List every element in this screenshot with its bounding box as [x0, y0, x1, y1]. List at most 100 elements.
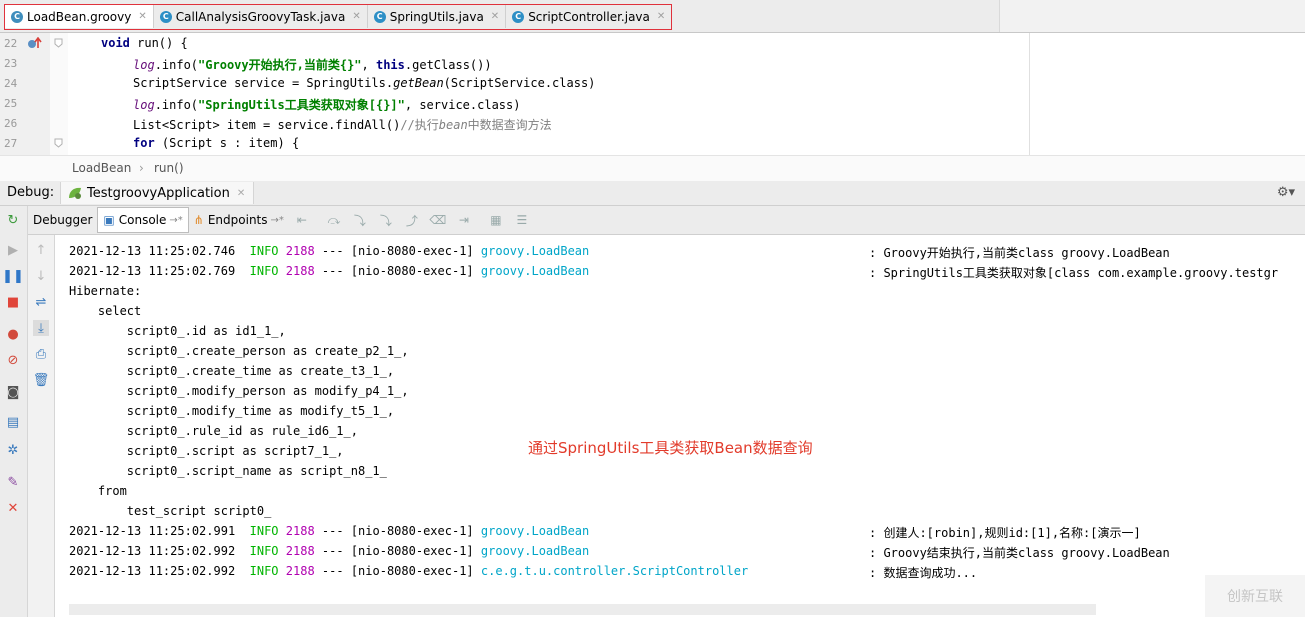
pause-icon[interactable]: ❚❚: [2, 268, 24, 284]
show-execution-point-icon[interactable]: ⇤: [295, 213, 309, 227]
stop-icon[interactable]: ■: [5, 294, 21, 310]
code-text: (Script s : item) {: [154, 136, 300, 150]
run-config-tab[interactable]: TestgroovyApplication ✕: [60, 182, 255, 204]
sql-line: test_script script0_: [69, 504, 272, 518]
log-pid: 2188: [285, 544, 315, 558]
tab-debugger[interactable]: Debugger: [28, 206, 97, 234]
trash-icon[interactable]: 🗑: [33, 372, 50, 388]
step-into-icon[interactable]: ⤵: [353, 213, 367, 228]
settings-icon[interactable]: ✲: [5, 442, 21, 458]
tab-console[interactable]: ▣ Console →*: [97, 207, 189, 233]
code-text: ,: [361, 58, 376, 72]
tab-suffix: →*: [169, 214, 183, 226]
close-icon[interactable]: ✕: [138, 11, 146, 22]
close-icon[interactable]: ✕: [657, 11, 665, 22]
log-separator: ---: [321, 524, 344, 538]
view-breakpoints-icon[interactable]: ●: [5, 326, 21, 342]
layout-icon[interactable]: ▤: [5, 414, 21, 430]
log-line: 2021-12-13 11:25:02.769 INFO 2188 --- [n…: [69, 264, 589, 278]
print-icon[interactable]: ⎙: [33, 346, 49, 362]
comment: //执行: [400, 118, 439, 132]
drop-frame-icon[interactable]: ⌫: [429, 213, 446, 227]
breadcrumb-item-loadbean[interactable]: LoadBean: [72, 161, 131, 175]
log-timestamp: 2021-12-13 11:25:02.991: [69, 524, 236, 538]
sql-line: script0_.modify_time as modify_t5_1_,: [69, 404, 395, 418]
java-class-icon: C: [373, 10, 386, 23]
line-number: 27: [4, 137, 18, 150]
log-level: INFO: [249, 264, 279, 278]
tab-callanalysisgroovytask-java[interactable]: C CallAnalysisGroovyTask.java ✕: [154, 5, 368, 28]
line-number: 26: [4, 117, 18, 130]
groovy-class-icon: C: [11, 10, 23, 23]
keyword: void: [101, 36, 130, 50]
log-logger: groovy.LoadBean: [480, 264, 590, 278]
run-to-cursor-icon[interactable]: ⇥: [457, 213, 471, 227]
log-field: log: [133, 98, 155, 112]
sql-line: from: [69, 484, 127, 498]
code-text: run() {: [129, 36, 188, 50]
code-line-25: log.info("SpringUtils工具类获取对象[{}]", servi…: [133, 96, 520, 113]
log-level: INFO: [249, 564, 279, 578]
tabbar-empty-area: [999, 0, 1305, 32]
debug-action-rail: ↻ ▶ ❚❚ ■ ● ⊘ ◙ ▤ ✲ ✎ ✕: [0, 206, 28, 617]
static-method: getBean: [393, 76, 444, 90]
log-thread: [nio-8080-exec-1]: [350, 244, 474, 258]
log-thread: [nio-8080-exec-1]: [350, 564, 474, 578]
log-logger: groovy.LoadBean: [480, 544, 590, 558]
close-icon[interactable]: ✕: [5, 500, 21, 516]
console-output[interactable]: 2021-12-13 11:25:02.746 INFO 2188 --- [n…: [55, 235, 1305, 617]
code-line-22: void run() {: [101, 36, 188, 50]
scroll-to-end-icon[interactable]: ⤓: [33, 320, 49, 336]
tab-endpoints[interactable]: ⋔ Endpoints →*: [189, 206, 289, 234]
override-method-icon[interactable]: [28, 37, 42, 49]
console-action-rail: ↑ ↓ ⇌ ⤓ ⎙ 🗑: [28, 234, 55, 617]
evaluate-expression-icon[interactable]: ▦: [489, 213, 503, 227]
fold-marker-icon[interactable]: [54, 38, 63, 48]
log-message: : 创建人:[robin],规则id:[1],名称:[演示一]: [869, 526, 1141, 540]
console-icon: ▣: [103, 213, 115, 227]
step-over-icon[interactable]: ⤼: [327, 213, 341, 227]
log-message: : Groovy结束执行,当前类class groovy.LoadBean: [869, 546, 1170, 560]
fold-gutter: [50, 33, 68, 155]
sql-line: script0_.script as script7_1_,: [69, 444, 344, 458]
log-pid: 2188: [285, 524, 315, 538]
string-literal: "SpringUtils工具类获取对象[{}]": [198, 98, 405, 112]
log-level: INFO: [249, 524, 279, 538]
tab-label: CallAnalysisGroovyTask.java: [175, 9, 346, 24]
arrow-up-icon[interactable]: ↑: [33, 242, 49, 258]
trace-icon[interactable]: ☰: [515, 213, 529, 227]
comment: 中数据查询方法: [467, 118, 552, 132]
camera-icon[interactable]: ◙: [5, 384, 21, 400]
string-literal: "Groovy开始执行,当前类{}": [198, 58, 362, 72]
tab-springutils-java[interactable]: C SpringUtils.java ✕: [368, 5, 507, 28]
arrow-down-icon[interactable]: ↓: [33, 268, 49, 284]
force-step-into-icon[interactable]: ⤵: [379, 213, 393, 228]
step-out-icon[interactable]: ⤴: [405, 213, 419, 228]
line-number: 24: [4, 77, 18, 90]
tab-suffix: →*: [270, 214, 284, 226]
sql-line: script0_.id as id1_1_,: [69, 324, 286, 338]
breadcrumb-item-run[interactable]: run(): [154, 161, 184, 175]
tab-scriptcontroller-java[interactable]: C ScriptController.java ✕: [506, 5, 671, 28]
code-editor[interactable]: 22 23 24 25 26 27 void run() { log.info(…: [0, 33, 1305, 155]
close-icon[interactable]: ✕: [352, 11, 360, 22]
log-thread: [nio-8080-exec-1]: [350, 544, 474, 558]
log-logger: groovy.LoadBean: [480, 244, 590, 258]
tab-loadbean-groovy[interactable]: C LoadBean.groovy ✕: [5, 5, 154, 28]
log-pid: 2188: [285, 264, 315, 278]
log-pid: 2188: [285, 244, 315, 258]
log-field: log: [133, 58, 155, 72]
debug-label: Debug:: [7, 185, 55, 200]
close-icon[interactable]: ✕: [237, 188, 245, 199]
annotation-text: 通过SpringUtils工具类获取Bean数据查询: [528, 439, 813, 457]
close-icon[interactable]: ✕: [491, 11, 499, 22]
mute-breakpoints-icon[interactable]: ⊘: [5, 352, 21, 368]
pin-icon[interactable]: ✎: [5, 474, 21, 490]
rerun-icon[interactable]: ↻: [5, 212, 21, 228]
log-logger: groovy.LoadBean: [480, 524, 590, 538]
horizontal-scrollbar[interactable]: [69, 604, 1096, 615]
soft-wrap-icon[interactable]: ⇌: [33, 294, 49, 310]
fold-marker-icon[interactable]: [54, 138, 63, 148]
resume-icon[interactable]: ▶: [5, 242, 21, 258]
gear-icon[interactable]: ⚙▾: [1277, 185, 1295, 200]
